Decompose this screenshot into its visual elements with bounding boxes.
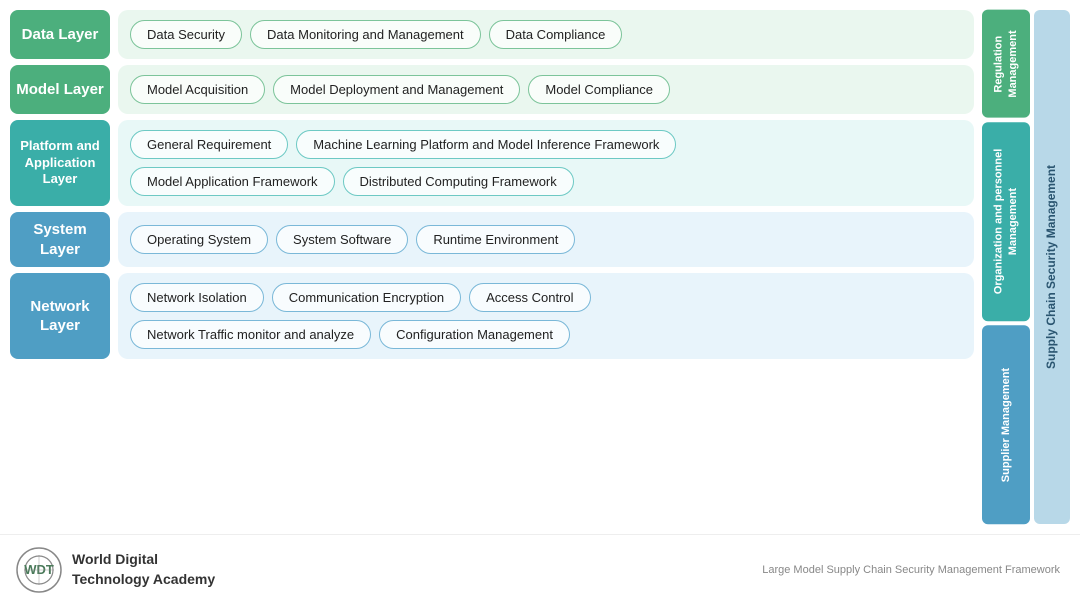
regulation-management-label: Regulation Management <box>982 10 1030 118</box>
pill-data-compliance: Data Compliance <box>489 20 623 49</box>
content-area: Data Layer Data Security Data Monitoring… <box>0 0 1080 534</box>
pill-comm-encryption: Communication Encryption <box>272 283 461 312</box>
pill-network-traffic: Network Traffic monitor and analyze <box>130 320 371 349</box>
footer-left: WDT World Digital Technology Academy <box>16 547 215 593</box>
pill-model-acquisition: Model Acquisition <box>130 75 265 104</box>
system-layer-row: System Layer Operating System System Sof… <box>10 212 974 267</box>
platform-layer-content: General Requirement Machine Learning Pla… <box>118 120 974 206</box>
model-layer-content: Model Acquisition Model Deployment and M… <box>118 65 974 114</box>
pill-os: Operating System <box>130 225 268 254</box>
pill-config-mgmt: Configuration Management <box>379 320 570 349</box>
pill-model-deployment: Model Deployment and Management <box>273 75 520 104</box>
model-layer-row: Model Layer Model Acquisition Model Depl… <box>10 65 974 114</box>
network-layer-content: Network Isolation Communication Encrypti… <box>118 273 974 359</box>
data-layer-row: Data Layer Data Security Data Monitoring… <box>10 10 974 59</box>
network-layer-label: Network Layer <box>10 273 110 359</box>
network-row-1: Network Isolation Communication Encrypti… <box>130 283 962 312</box>
supplier-management-label: Supplier Management <box>982 325 1030 524</box>
model-layer-label: Model Layer <box>10 65 110 114</box>
network-layer-row: Network Layer Network Isolation Communic… <box>10 273 974 359</box>
pill-ml-platform: Machine Learning Platform and Model Infe… <box>296 130 676 159</box>
platform-row-1: General Requirement Machine Learning Pla… <box>130 130 962 159</box>
pill-distributed-computing: Distributed Computing Framework <box>343 167 574 196</box>
footer-note: Large Model Supply Chain Security Manage… <box>762 564 1060 576</box>
layers-area: Data Layer Data Security Data Monitoring… <box>10 10 974 524</box>
data-layer-content: Data Security Data Monitoring and Manage… <box>118 10 974 59</box>
org-personnel-label: Organization and personnel Management <box>982 122 1030 321</box>
pill-data-monitoring: Data Monitoring and Management <box>250 20 481 49</box>
footer: WDT World Digital Technology Academy Lar… <box>0 534 1080 604</box>
pill-network-isolation: Network Isolation <box>130 283 264 312</box>
pill-model-compliance: Model Compliance <box>528 75 670 104</box>
supply-chain-label: Supply Chain Security Management <box>1034 10 1070 524</box>
system-layer-content: Operating System System Software Runtime… <box>118 212 974 267</box>
network-row-2: Network Traffic monitor and analyze Conf… <box>130 320 962 349</box>
system-layer-label: System Layer <box>10 212 110 267</box>
pill-system-software: System Software <box>276 225 408 254</box>
wdta-logo-icon: WDT <box>16 547 62 593</box>
right-panel: Regulation Management Organization and p… <box>982 10 1070 524</box>
org-name: World Digital Technology Academy <box>72 550 215 589</box>
pill-model-app-framework: Model Application Framework <box>130 167 335 196</box>
pill-access-control: Access Control <box>469 283 590 312</box>
data-layer-label: Data Layer <box>10 10 110 59</box>
platform-row-2: Model Application Framework Distributed … <box>130 167 962 196</box>
main-container: Data Layer Data Security Data Monitoring… <box>0 0 1080 604</box>
pill-runtime-env: Runtime Environment <box>416 225 575 254</box>
pill-data-security: Data Security <box>130 20 242 49</box>
pill-general-req: General Requirement <box>130 130 288 159</box>
platform-layer-row: Platform and Application Layer General R… <box>10 120 974 206</box>
platform-layer-label: Platform and Application Layer <box>10 120 110 206</box>
